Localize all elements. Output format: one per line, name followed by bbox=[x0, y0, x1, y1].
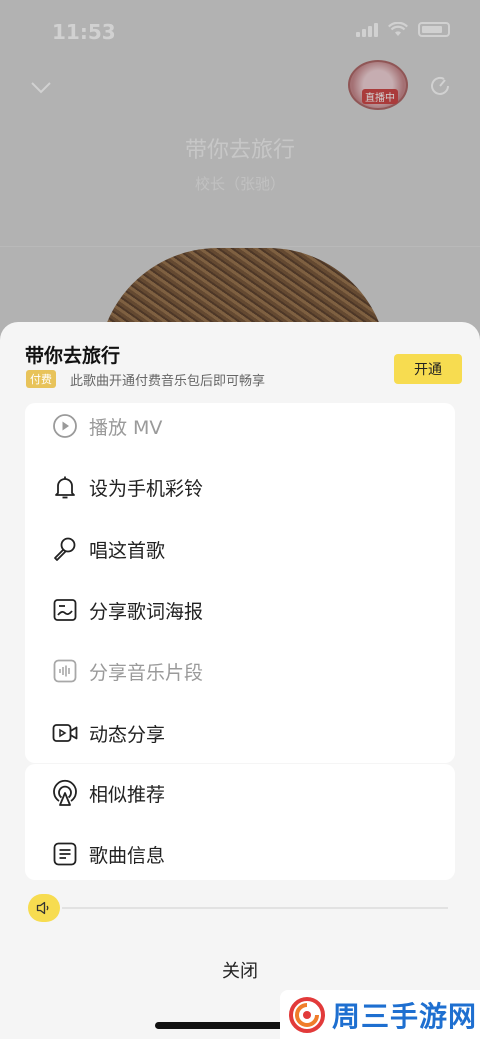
song-action-sheet: 带你去旅行 付费 此歌曲开通付费音乐包后即可畅享 开通 播放 MV 设为手机彩铃 bbox=[0, 322, 480, 1039]
menu-item-share-music-clip[interactable]: 分享音乐片段 bbox=[25, 645, 455, 697]
menu-item-similar-recommend[interactable]: 相似推荐 bbox=[25, 767, 455, 819]
similar-recommend-icon bbox=[53, 779, 77, 806]
menu-item-label: 分享歌词海报 bbox=[89, 600, 204, 623]
menu-item-label: 播放 MV bbox=[89, 416, 163, 439]
lyrics-poster-icon bbox=[53, 599, 77, 621]
menu-item-set-ringtone[interactable]: 设为手机彩铃 bbox=[25, 461, 455, 513]
song-info-icon bbox=[53, 842, 77, 866]
menu-item-moment-share[interactable]: 动态分享 bbox=[25, 707, 455, 759]
menu-item-label: 动态分享 bbox=[89, 723, 166, 746]
watermark: 周三手游网 bbox=[280, 990, 480, 1039]
menu-item-label: 歌曲信息 bbox=[89, 844, 166, 867]
volume-knob[interactable] bbox=[28, 894, 60, 922]
menu-item-share-lyrics-poster[interactable]: 分享歌词海报 bbox=[25, 584, 455, 636]
watermark-text: 周三手游网 bbox=[332, 999, 478, 1033]
microphone-icon bbox=[54, 537, 76, 561]
close-button[interactable]: 关闭 bbox=[0, 950, 480, 990]
volume-track[interactable] bbox=[62, 907, 448, 909]
watermark-logo-icon bbox=[289, 996, 325, 1033]
menu-item-sing-song[interactable]: 唱这首歌 bbox=[25, 523, 455, 575]
audio-clip-icon bbox=[53, 659, 77, 683]
open-subscription-button[interactable]: 开通 bbox=[394, 354, 462, 384]
video-share-icon bbox=[52, 724, 78, 742]
sheet-song-title: 带你去旅行 bbox=[25, 345, 121, 367]
menu-item-play-mv[interactable]: 播放 MV bbox=[25, 400, 455, 452]
menu-item-song-info[interactable]: 歌曲信息 bbox=[25, 828, 455, 880]
paid-badge: 付费 bbox=[26, 370, 56, 388]
paid-note: 此歌曲开通付费音乐包后即可畅享 bbox=[70, 374, 266, 389]
menu-item-label: 分享音乐片段 bbox=[89, 661, 204, 684]
menu-item-label: 唱这首歌 bbox=[89, 539, 166, 562]
play-mv-icon bbox=[53, 414, 77, 438]
volume-slider[interactable] bbox=[28, 894, 448, 922]
bell-icon bbox=[55, 476, 75, 499]
menu-item-label: 相似推荐 bbox=[89, 783, 166, 806]
speaker-icon bbox=[36, 901, 49, 915]
menu-card-secondary: 相似推荐 歌曲信息 bbox=[25, 764, 455, 880]
menu-card: 播放 MV 设为手机彩铃 唱这首歌 分享歌词海报 分享音乐片段 动态分享 bbox=[25, 403, 455, 763]
menu-item-label: 设为手机彩铃 bbox=[89, 477, 204, 500]
